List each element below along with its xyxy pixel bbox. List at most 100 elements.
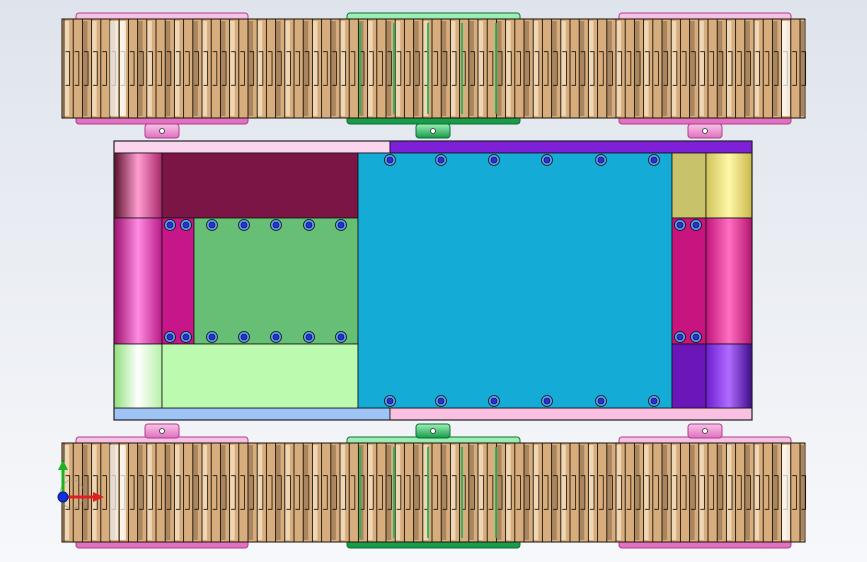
axle-hub-bore	[430, 428, 436, 434]
tread-link	[717, 21, 723, 116]
tread-link	[321, 445, 327, 540]
bracket-right-magenta	[671, 217, 707, 345]
bolt-socket	[337, 333, 345, 341]
tread-link	[294, 445, 300, 540]
tread-link	[82, 21, 88, 116]
tread-link	[73, 445, 79, 540]
tread-highlight	[782, 21, 790, 116]
track-top[interactable]	[61, 12, 807, 125]
tread-link	[744, 445, 750, 540]
tread-link	[376, 445, 382, 540]
tread-link	[671, 21, 677, 116]
tread-link	[579, 445, 585, 540]
tread-link	[64, 21, 70, 116]
axle-hub-bore	[702, 428, 708, 434]
chassis-body[interactable]	[113, 140, 753, 421]
bolt-socket	[305, 333, 313, 341]
tread-link	[542, 445, 548, 540]
tread-link	[662, 445, 668, 540]
bolt-socket	[437, 156, 445, 164]
bolt-socket	[676, 221, 684, 229]
tread-link	[763, 445, 769, 540]
tread-link	[698, 21, 704, 116]
tread-link	[790, 21, 796, 116]
tread-link	[183, 21, 189, 116]
bolt-socket	[240, 333, 248, 341]
tread-link	[82, 445, 88, 540]
axle-hub-bore	[702, 128, 708, 134]
bottom-rail-left	[113, 407, 391, 421]
tread-link	[146, 21, 152, 116]
tread-highlight	[120, 445, 126, 540]
bolt-socket	[490, 156, 498, 164]
tread-link	[404, 21, 410, 116]
axle-hub-bore	[430, 128, 436, 134]
tread-link	[303, 21, 309, 116]
tread-link	[330, 21, 336, 116]
main-deck-plate[interactable]	[357, 152, 673, 409]
bolt-socket	[337, 221, 345, 229]
bracket-right-purple	[671, 343, 707, 409]
tread-link	[524, 445, 530, 540]
right-tube-top	[705, 152, 753, 219]
tread-link	[478, 21, 484, 116]
tread-link	[248, 21, 254, 116]
tread-link	[229, 21, 235, 116]
tread-link	[625, 21, 631, 116]
tread-link	[763, 21, 769, 116]
tread-link	[524, 21, 530, 116]
left-tube-middle	[113, 217, 163, 345]
tread-link	[625, 445, 631, 540]
axle-hub-bore	[159, 128, 165, 134]
bracket-left-magenta	[161, 217, 195, 345]
bolt-socket	[208, 221, 216, 229]
tread-link	[790, 445, 796, 540]
tread-link	[708, 445, 714, 540]
tread-link	[634, 21, 640, 116]
tread-link	[579, 21, 585, 116]
tread-link	[404, 445, 410, 540]
tread-link	[432, 21, 438, 116]
left-tube-top	[113, 152, 163, 219]
tracked-chassis-top-view	[0, 0, 867, 562]
track-bottom[interactable]	[61, 436, 807, 549]
tread-link	[156, 21, 162, 116]
tread-link	[303, 445, 309, 540]
tread-link	[735, 21, 741, 116]
tread-link	[772, 445, 778, 540]
tread-link	[560, 21, 566, 116]
tread-link	[754, 445, 760, 540]
tread-link	[211, 445, 217, 540]
tread-link	[726, 21, 732, 116]
cad-viewport[interactable]	[0, 0, 867, 562]
tread-link	[450, 21, 456, 116]
tread-link	[680, 21, 686, 116]
tread-link	[441, 445, 447, 540]
tread-link	[496, 21, 502, 116]
tread-link	[349, 445, 355, 540]
tread-link	[100, 445, 106, 540]
tread-link	[238, 445, 244, 540]
tread-link	[588, 21, 594, 116]
tread-link	[275, 445, 281, 540]
tread-link	[174, 445, 180, 540]
tread-link	[643, 445, 649, 540]
tread-link	[560, 445, 566, 540]
bolt-socket	[543, 156, 551, 164]
tread-link	[257, 445, 263, 540]
tread-link	[505, 445, 511, 540]
tread-link	[652, 445, 658, 540]
tread-link	[146, 445, 152, 540]
tread-link	[726, 445, 732, 540]
tread-link	[450, 445, 456, 540]
tread-link	[634, 445, 640, 540]
bolt-socket	[692, 221, 700, 229]
tread-link	[266, 445, 272, 540]
tread-highlight	[110, 21, 118, 116]
bolt-socket	[543, 397, 551, 405]
bottom-rail-right	[389, 407, 753, 421]
tread-link	[514, 445, 520, 540]
tread-link	[689, 21, 695, 116]
tread-highlight	[782, 445, 790, 540]
tread-link	[441, 21, 447, 116]
